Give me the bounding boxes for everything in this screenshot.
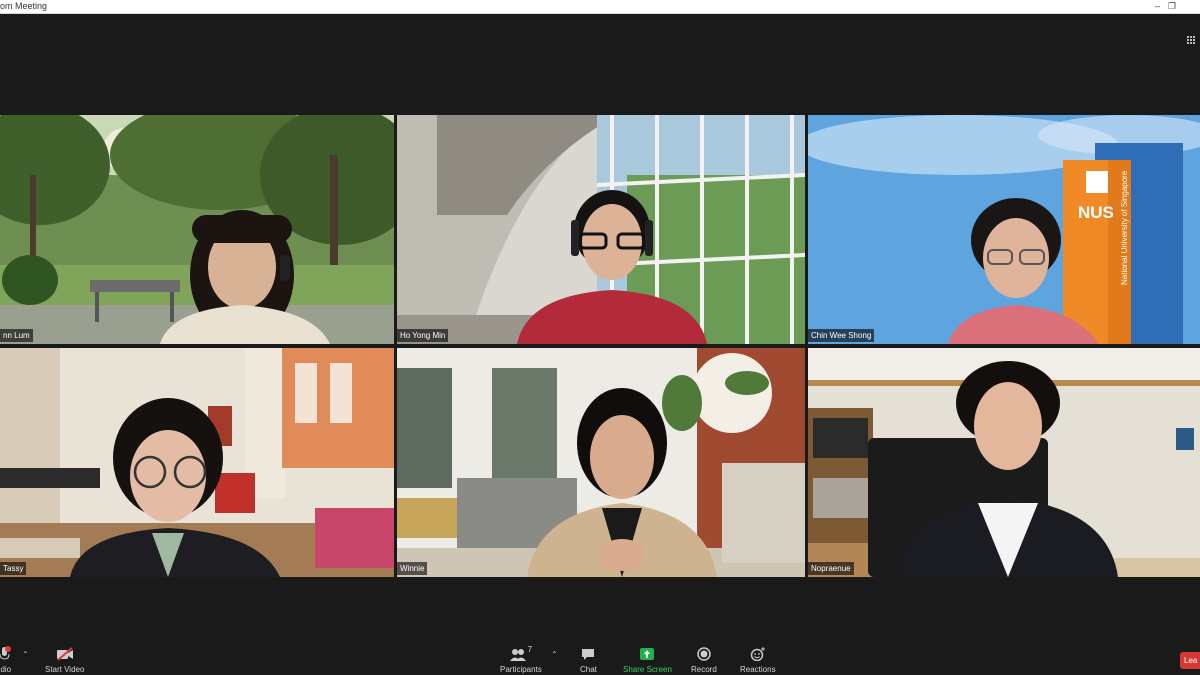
record-label: Record <box>691 665 717 674</box>
microphone-icon <box>0 645 11 663</box>
record-icon <box>697 645 711 663</box>
video-tile-1[interactable]: nn Lum <box>0 115 394 344</box>
participant-name-tag: nn Lum <box>0 329 33 342</box>
chat-label: Chat <box>580 665 597 674</box>
chat-button[interactable]: Chat <box>580 645 597 674</box>
participants-label: Participants <box>500 665 542 674</box>
participants-icon: 7 <box>509 645 533 663</box>
video-tile-4[interactable]: Tassy <box>0 348 394 577</box>
record-button[interactable]: Record <box>691 645 717 674</box>
participant-2-figure <box>517 190 707 344</box>
window-titlebar: om Meeting – ❐ <box>0 0 1200 14</box>
participant-name-tag: Chin Wee Shong <box>808 329 875 342</box>
start-video-label: Start Video <box>45 665 85 674</box>
video-gallery: nn Lum Ho Yong Min NUS National Universi… <box>0 14 1200 641</box>
minimize-icon[interactable]: – <box>1155 1 1160 11</box>
participant-name-tag: Winnie <box>397 562 428 575</box>
chat-icon <box>581 645 595 663</box>
participant-name-tag: Ho Yong Min <box>397 329 449 342</box>
participant-3-figure <box>948 198 1098 344</box>
meeting-toolbar: udio ⌃ Start Video 7 Participants ⌃ Chat… <box>0 641 1200 675</box>
participant-6-figure <box>898 361 1118 577</box>
share-screen-button[interactable]: Share Screen <box>623 645 672 674</box>
participants-options-caret[interactable]: ⌃ <box>551 650 558 659</box>
audio-options-caret[interactable]: ⌃ <box>22 650 29 659</box>
window-title: om Meeting <box>0 1 48 11</box>
participants-button[interactable]: 7 Participants <box>500 645 542 674</box>
restore-icon[interactable]: ❐ <box>1168 1 1176 12</box>
share-screen-icon <box>639 645 655 663</box>
reactions-icon <box>750 645 766 663</box>
video-tile-5[interactable]: Winnie <box>397 348 805 577</box>
participant-1-figure <box>160 210 330 344</box>
share-screen-label: Share Screen <box>623 665 672 674</box>
video-tile-6[interactable]: Nopraenue <box>808 348 1200 577</box>
nus-tower-subtext: National University of Singapore <box>1120 170 1129 285</box>
reactions-label: Reactions <box>740 665 776 674</box>
participant-4-figure <box>70 398 280 577</box>
participants-count: 7 <box>527 645 533 654</box>
audio-label: udio <box>0 665 12 674</box>
participant-5-figure <box>527 388 717 577</box>
start-video-button[interactable]: Start Video <box>45 645 84 674</box>
reactions-button[interactable]: Reactions <box>740 645 776 674</box>
leave-button[interactable]: Lea <box>1180 652 1200 669</box>
audio-button[interactable]: udio <box>0 645 11 674</box>
participant-name-tag: Tassy <box>0 562 27 575</box>
camera-off-icon <box>56 645 74 663</box>
video-tile-2[interactable]: Ho Yong Min <box>397 115 805 344</box>
participant-name-tag: Nopraenue <box>808 562 854 575</box>
gallery-view-icon[interactable] <box>1187 36 1196 45</box>
video-tile-3[interactable]: NUS National University of Singapore Chi… <box>808 115 1200 344</box>
